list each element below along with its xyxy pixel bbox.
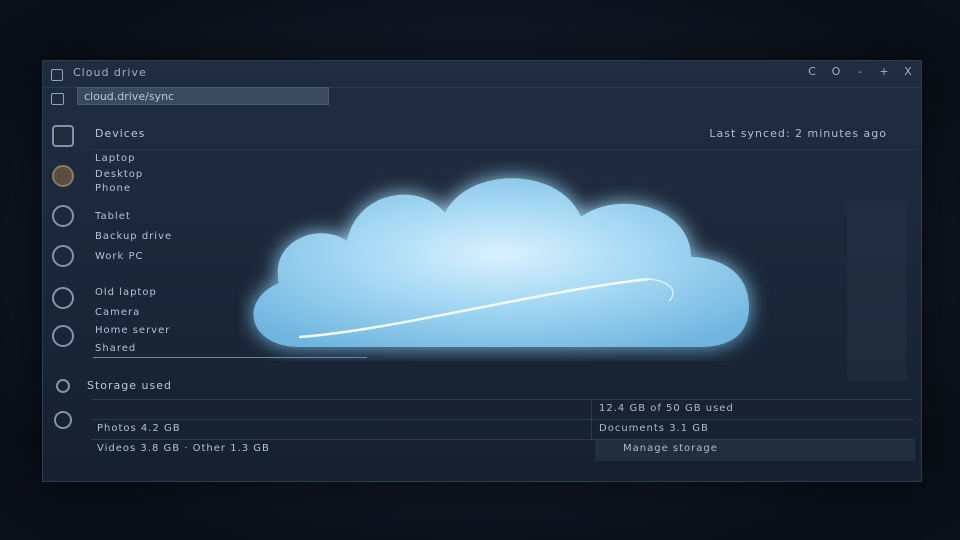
address-input[interactable] [77, 87, 329, 105]
app-icon [51, 69, 63, 81]
settings-icon[interactable] [52, 205, 74, 227]
sync-status: Last synced: 2 minutes ago [709, 127, 887, 140]
list-item[interactable]: Old laptop [95, 287, 157, 298]
chat-icon[interactable] [52, 325, 74, 347]
window-title: Cloud drive [73, 66, 147, 79]
manage-storage-button[interactable]: Manage storage [595, 439, 915, 461]
row-divider [591, 420, 592, 440]
dot-icon[interactable] [56, 379, 70, 393]
list-item[interactable]: Tablet [95, 211, 131, 222]
lock-icon [51, 93, 64, 105]
app-window: Cloud drive C O - + X Devices Last synce… [42, 60, 922, 482]
row-right-text: Documents 3.1 GB [599, 423, 709, 434]
right-panel [847, 201, 907, 381]
list-item[interactable]: Laptop [95, 153, 135, 164]
list-item[interactable]: Desktop [95, 169, 143, 180]
user-icon[interactable] [52, 165, 74, 187]
check-icon[interactable] [54, 411, 72, 429]
folder-icon[interactable] [52, 125, 74, 147]
manage-storage-label: Manage storage [623, 443, 718, 454]
list-item[interactable]: Phone [95, 183, 131, 194]
left-rail [43, 123, 83, 473]
window-controls: C O - + X [805, 65, 915, 78]
page-title: Devices [95, 127, 146, 140]
list-item[interactable]: Shared [95, 343, 136, 354]
refresh-icon[interactable]: C [805, 65, 819, 78]
close-button[interactable]: X [901, 65, 915, 78]
address-bar [43, 87, 921, 111]
minimize-button[interactable]: - [853, 65, 867, 78]
row-left-text: Videos 3.8 GB · Other 1.3 GB [97, 443, 270, 454]
list-item[interactable]: Work PC [95, 251, 144, 262]
row-right-text: 12.4 GB of 50 GB used [599, 403, 734, 414]
table-row: 12.4 GB of 50 GB used [91, 399, 913, 420]
divider [93, 357, 367, 358]
title-bar: Cloud drive C O - + X [43, 61, 921, 88]
cloud-illustration [253, 178, 750, 347]
list-item[interactable]: Home server [95, 325, 170, 336]
circle-icon[interactable]: O [829, 65, 843, 78]
table-row: Photos 4.2 GB Documents 3.1 GB [91, 419, 913, 440]
globe-icon[interactable] [52, 287, 74, 309]
section-title: Storage used [87, 379, 172, 392]
list-item[interactable]: Camera [95, 307, 140, 318]
row-left-text: Photos 4.2 GB [97, 423, 181, 434]
maximize-button[interactable]: + [877, 65, 891, 78]
row-divider [591, 400, 592, 420]
list-item[interactable]: Backup drive [95, 231, 172, 242]
cloud-icon [253, 178, 750, 347]
shield-icon[interactable] [52, 245, 74, 267]
main-header: Devices Last synced: 2 minutes ago [91, 123, 917, 150]
